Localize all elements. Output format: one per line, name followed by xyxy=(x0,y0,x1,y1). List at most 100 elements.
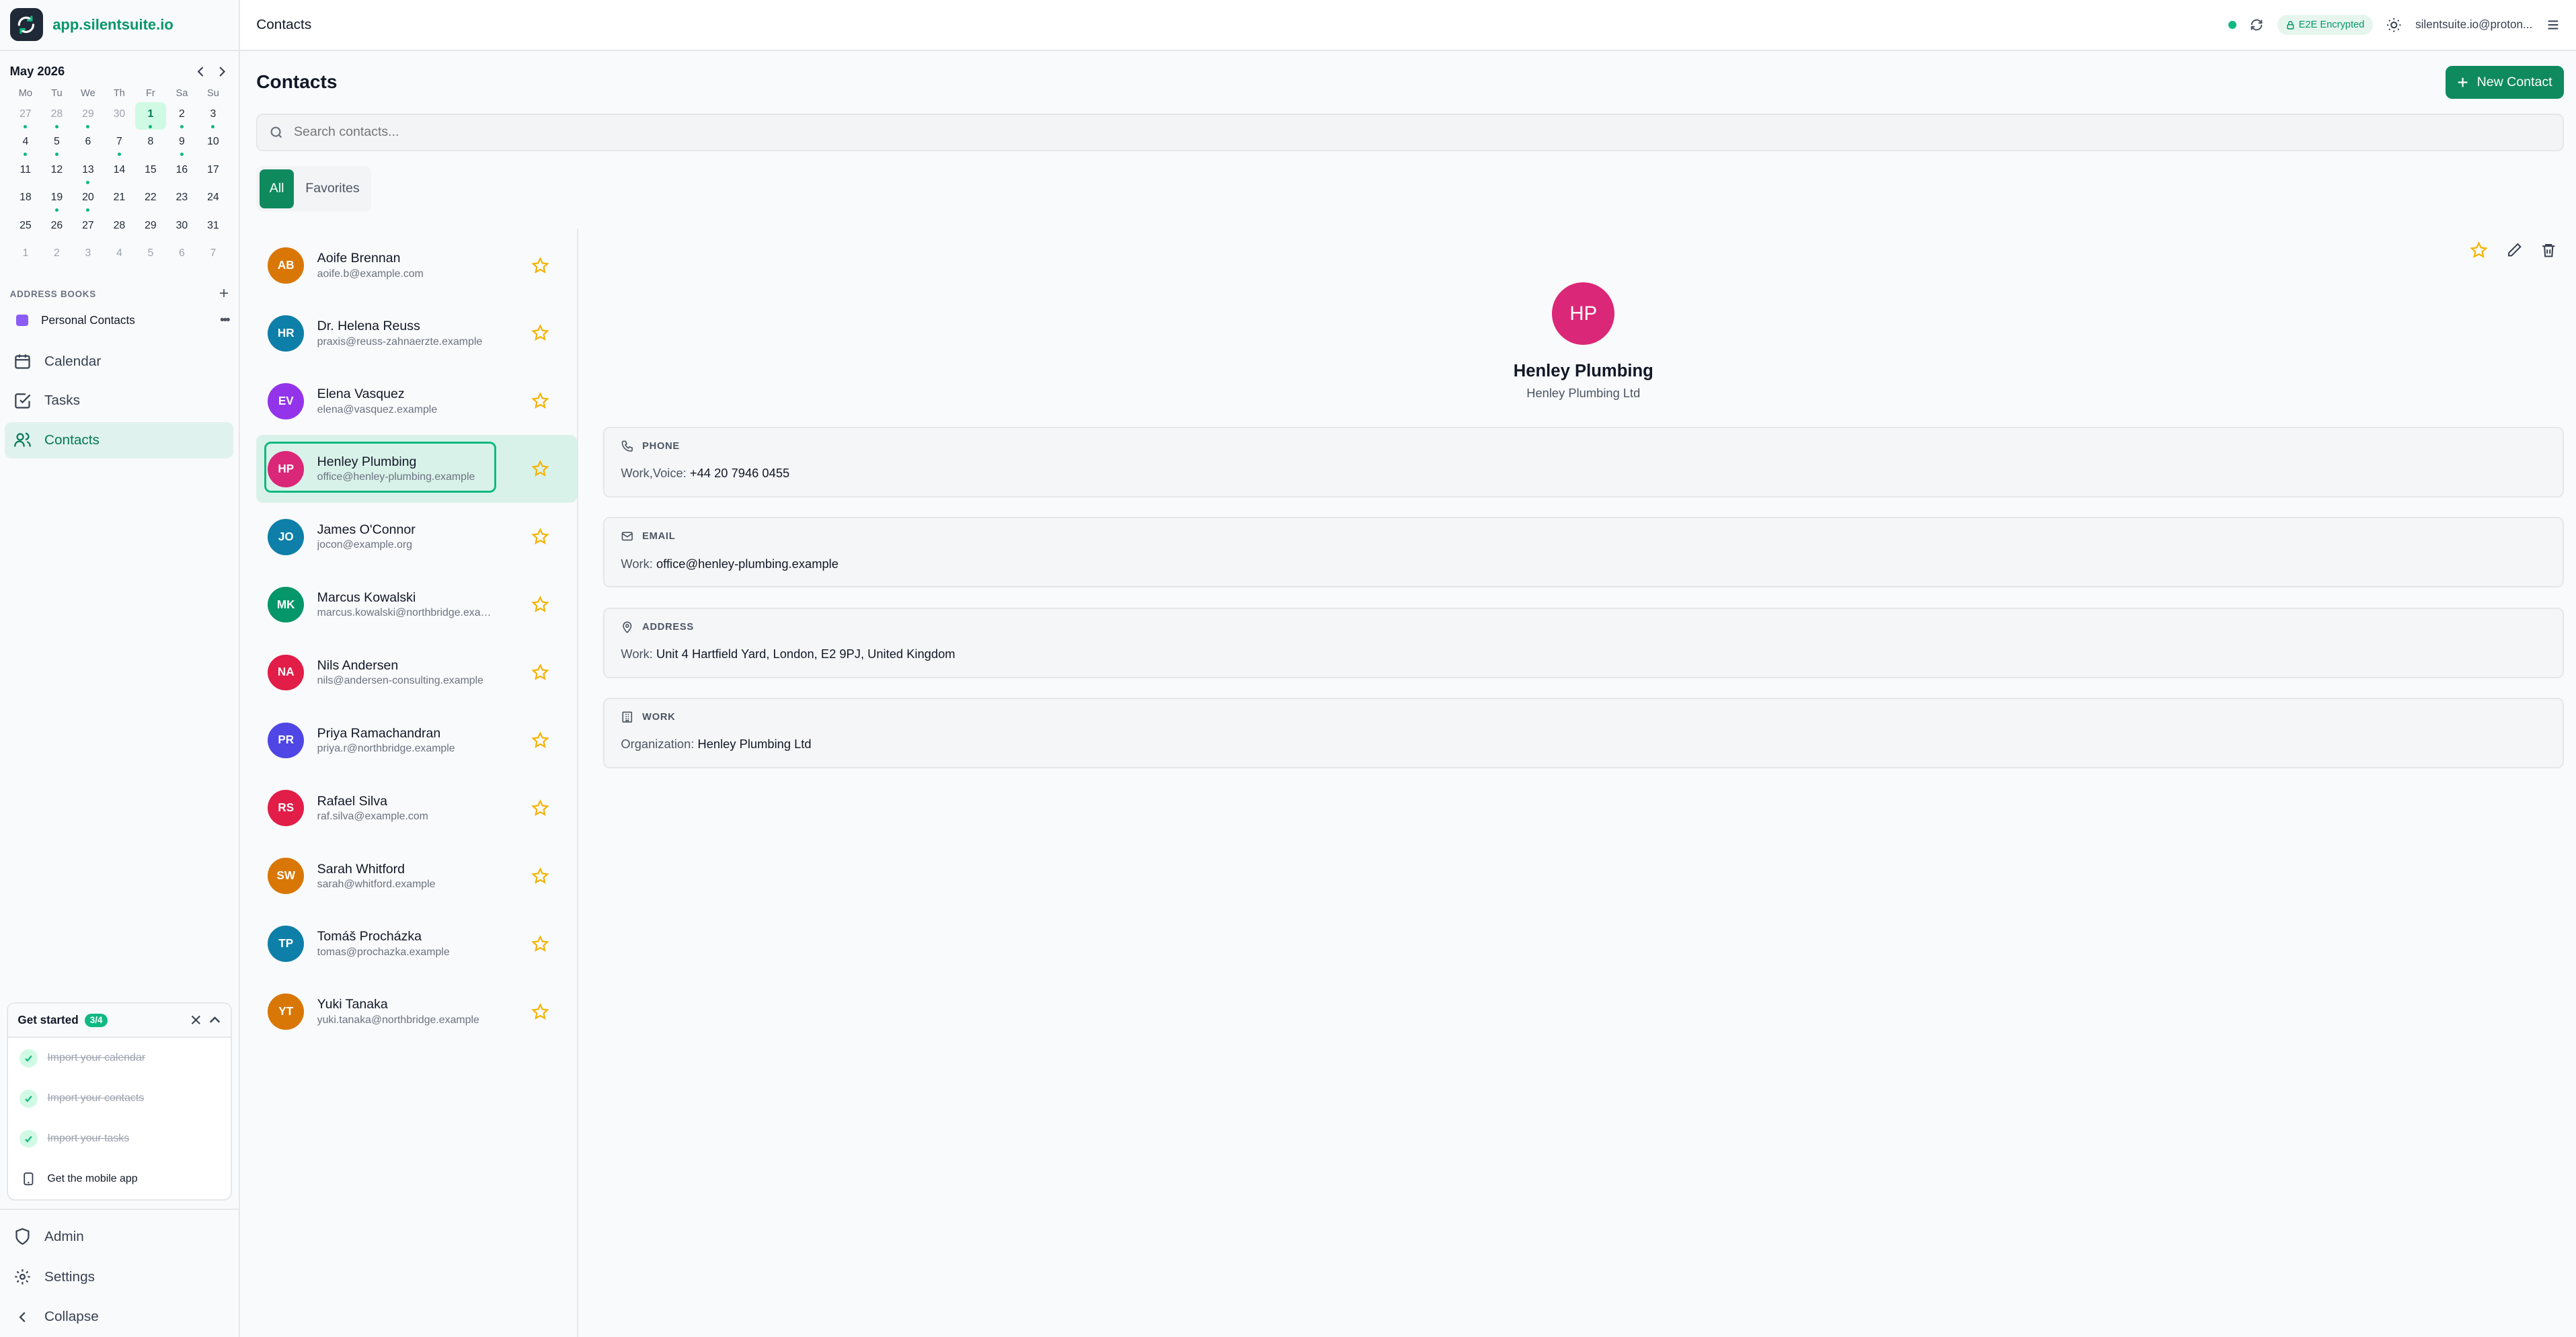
favorite-toggle-button[interactable] xyxy=(531,663,549,682)
tab-favorites[interactable]: Favorites xyxy=(297,169,368,209)
contact-row[interactable]: HP Henley Plumbing office@henley-plumbing.… xyxy=(256,435,578,503)
sync-button[interactable] xyxy=(2249,17,2264,32)
nav-item-admin[interactable]: Admin xyxy=(5,1217,233,1257)
new-contact-button[interactable]: New Contact xyxy=(2446,65,2564,99)
calendar-day[interactable]: 11 xyxy=(10,158,42,186)
calendar-day[interactable]: 15 xyxy=(135,158,167,186)
phone-value[interactable]: +44 20 7946 0455 xyxy=(690,466,789,480)
calendar-day[interactable]: 21 xyxy=(104,186,135,214)
contact-row[interactable]: YT Yuki Tanaka yuki.tanaka@northbridge.exa… xyxy=(256,978,577,1046)
calendar-day[interactable]: 6 xyxy=(73,130,104,158)
contact-row[interactable]: RS Rafael Silva raf.silva@example.com xyxy=(256,774,577,842)
theme-toggle-button[interactable] xyxy=(2386,17,2402,33)
nav-item-settings[interactable]: Settings xyxy=(5,1257,233,1297)
collapse-sidebar-button[interactable]: Collapse xyxy=(5,1297,233,1337)
delete-contact-button[interactable] xyxy=(2540,241,2557,259)
prev-month-button[interactable] xyxy=(194,64,208,79)
calendar-day[interactable]: 7 xyxy=(198,241,229,270)
tab-all[interactable]: All xyxy=(260,169,295,209)
add-address-book-button[interactable]: + xyxy=(219,285,229,302)
account-email[interactable]: silentsuite.io@proton... xyxy=(2415,18,2532,32)
contact-email: jocon@example.org xyxy=(317,539,413,551)
favorite-toggle-button[interactable] xyxy=(531,460,549,478)
calendar-day[interactable]: 29 xyxy=(73,102,104,130)
calendar-day[interactable]: 8 xyxy=(135,130,167,158)
nav-item-calendar[interactable]: Calendar xyxy=(5,343,233,380)
calendar-day[interactable]: 9 xyxy=(166,130,198,158)
contact-row[interactable]: PR Priya Ramachandran priya.r@northbridge.… xyxy=(256,706,577,774)
calendar-day[interactable]: 31 xyxy=(198,214,229,242)
get-started-item[interactable]: Get the mobile app xyxy=(8,1159,231,1199)
calendar-day[interactable]: 30 xyxy=(166,214,198,242)
calendar-day[interactable]: 2 xyxy=(41,241,73,270)
calendar-day[interactable]: 14 xyxy=(104,158,135,186)
edit-contact-button[interactable] xyxy=(2506,241,2522,259)
menu-button[interactable] xyxy=(2546,17,2561,32)
calendar-day[interactable]: 5 xyxy=(135,241,167,270)
calendar-day[interactable]: 18 xyxy=(10,186,42,214)
calendar-day[interactable]: 19 xyxy=(41,186,73,214)
calendar-day[interactable]: 7 xyxy=(104,130,135,158)
contact-row[interactable]: EV Elena Vasquez elena@vasquez.example xyxy=(256,367,577,435)
calendar-day-today[interactable]: 1 xyxy=(134,102,167,130)
nav-item-tasks[interactable]: Tasks xyxy=(5,382,233,419)
close-get-started-button[interactable] xyxy=(191,1015,201,1025)
calendar-day[interactable]: 3 xyxy=(198,102,229,130)
address-book-item[interactable]: Personal Contacts ••• xyxy=(0,307,239,333)
contact-row[interactable]: SW Sarah Whitford sarah@whitford.example xyxy=(256,842,577,910)
favorite-toggle-button[interactable] xyxy=(531,392,549,410)
favorite-toggle-button[interactable] xyxy=(531,867,549,885)
contact-row[interactable]: HR Dr. Helena Reuss praxis@reuss-zahnaerzt… xyxy=(256,299,577,367)
favorite-toggle-button[interactable] xyxy=(531,256,549,275)
calendar-day[interactable]: 29 xyxy=(135,214,167,242)
calendar-day[interactable]: 20 xyxy=(73,186,104,214)
calendar-day[interactable]: 10 xyxy=(198,130,229,158)
calendar-day[interactable]: 30 xyxy=(104,102,135,130)
contact-row[interactable]: AB Aoife Brennan aoife.b@example.com xyxy=(256,232,577,300)
calendar-day[interactable]: 2 xyxy=(166,102,198,130)
calendar-day[interactable]: 28 xyxy=(41,102,73,130)
favorite-toggle-button[interactable] xyxy=(531,731,549,749)
calendar-day[interactable]: 27 xyxy=(73,214,104,242)
contact-row[interactable]: TP Tomáš Procházka tomas@prochazka.example xyxy=(256,910,577,978)
favorite-toggle-button[interactable] xyxy=(531,934,549,953)
calendar-day[interactable]: 22 xyxy=(135,186,167,214)
calendar-day[interactable]: 4 xyxy=(10,130,42,158)
favorite-toggle-button[interactable] xyxy=(531,1002,549,1021)
get-started-item[interactable]: Import your tasks xyxy=(8,1119,231,1159)
calendar-day[interactable]: 5 xyxy=(41,130,73,158)
get-started-header[interactable]: Get started 3/4 xyxy=(7,1003,231,1039)
calendar-day[interactable]: 28 xyxy=(104,214,135,242)
calendar-day[interactable]: 6 xyxy=(166,241,198,270)
calendar-day[interactable]: 1 xyxy=(10,241,42,270)
get-started-item[interactable]: Import your contacts xyxy=(8,1078,231,1119)
calendar-day[interactable]: 25 xyxy=(10,214,42,242)
contact-row[interactable]: JO James O'Connor jocon@example.org xyxy=(256,503,577,571)
email-value[interactable]: office@henley-plumbing.example xyxy=(656,557,838,571)
next-month-button[interactable] xyxy=(216,64,229,79)
calendar-day[interactable]: 23 xyxy=(166,186,198,214)
calendar-day[interactable]: 26 xyxy=(41,214,73,242)
favorite-toggle-button[interactable] xyxy=(531,596,549,614)
contact-row[interactable]: MK Marcus Kowalski marcus.kowalski@northbr… xyxy=(256,571,577,639)
calendar-day[interactable]: 4 xyxy=(104,241,135,270)
calendar-day[interactable]: 27 xyxy=(10,102,42,130)
collapse-get-started-button[interactable] xyxy=(209,1015,221,1025)
favorite-toggle-button[interactable] xyxy=(531,528,549,546)
calendar-day[interactable]: 16 xyxy=(166,158,198,186)
nav-item-contacts[interactable]: Contacts xyxy=(5,421,234,458)
get-started-item[interactable]: Import your calendar xyxy=(8,1038,231,1078)
brand[interactable]: app.silentsuite.io xyxy=(0,0,239,51)
calendar-day[interactable]: 13 xyxy=(73,158,104,186)
favorite-toggle-button[interactable] xyxy=(531,324,549,342)
contact-row[interactable]: NA Nils Andersen nils@andersen-consulting.… xyxy=(256,639,577,706)
address-book-more-button[interactable]: ••• xyxy=(220,313,231,328)
search-input[interactable] xyxy=(293,124,2551,140)
calendar-day[interactable]: 3 xyxy=(73,241,104,270)
favorite-contact-button[interactable] xyxy=(2470,241,2488,259)
calendar-day[interactable]: 17 xyxy=(198,158,229,186)
calendar-day[interactable]: 12 xyxy=(41,158,73,186)
calendar-day[interactable]: 24 xyxy=(198,186,229,214)
sun-icon xyxy=(2387,17,2401,32)
favorite-toggle-button[interactable] xyxy=(531,799,549,817)
